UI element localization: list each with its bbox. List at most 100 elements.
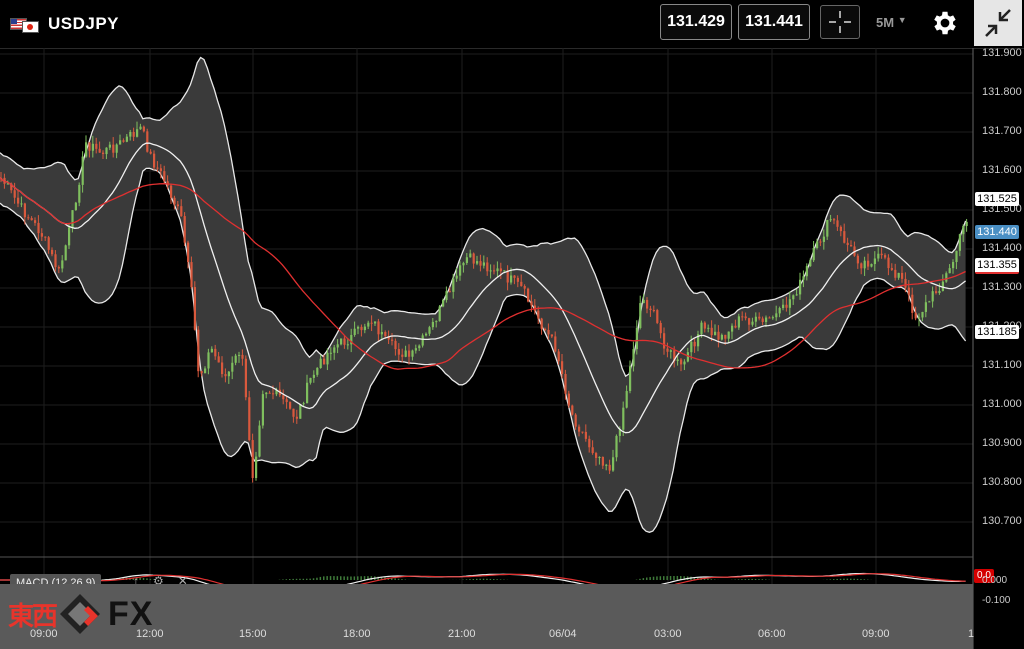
candle-body — [64, 245, 67, 261]
candle-body — [581, 431, 584, 433]
candle-body — [632, 349, 635, 367]
candle-body — [268, 392, 271, 394]
candle-body — [663, 333, 666, 349]
bid-price-button[interactable]: 131.429 — [660, 4, 732, 40]
candle-body — [340, 338, 343, 345]
candle-body — [659, 322, 662, 334]
candle-body — [17, 197, 20, 204]
candle-body — [27, 217, 30, 219]
candle-body — [91, 143, 94, 151]
candle-body — [829, 219, 832, 221]
macd-histogram-bar — [336, 576, 339, 580]
candle-body — [479, 261, 482, 266]
candle-body — [601, 456, 604, 466]
candle-body — [890, 268, 893, 270]
settings-button[interactable] — [930, 8, 960, 38]
candle-body — [418, 345, 421, 349]
candle-body — [741, 316, 744, 318]
candle-body — [901, 272, 904, 279]
candle-body — [187, 242, 190, 263]
price-axis-label: 130.700 — [982, 515, 1022, 527]
candle-body — [880, 253, 883, 256]
candle-body — [758, 316, 761, 319]
candle-body — [170, 185, 173, 198]
candle-body — [132, 131, 135, 137]
chart-header: USDJPY 131.429 131.441 5M ▼ — [0, 0, 1024, 49]
candle-body — [608, 464, 611, 471]
candle-body — [904, 278, 907, 288]
candle-body — [833, 219, 836, 221]
candle-body — [6, 183, 9, 185]
time-axis-label: 09:00 — [862, 628, 890, 640]
macd-histogram-bar — [856, 578, 859, 580]
candle-body — [867, 260, 870, 267]
macd-histogram-bar — [292, 578, 294, 580]
candle-body — [544, 328, 547, 331]
macd-histogram-bar — [642, 578, 645, 580]
macd-histogram-bar — [833, 579, 835, 580]
macd-histogram-bar — [496, 579, 498, 580]
macd-histogram-bar — [316, 577, 318, 580]
candle-body — [54, 254, 57, 268]
ask-price-button[interactable]: 131.441 — [738, 4, 810, 40]
candle-body — [282, 395, 285, 400]
crosshair-button[interactable] — [820, 5, 860, 39]
candle-body — [856, 255, 859, 264]
candle-body — [105, 147, 108, 155]
candle-body — [877, 253, 880, 259]
candle-body — [357, 326, 360, 329]
candle-body — [785, 304, 788, 308]
candle-body — [928, 301, 931, 303]
candle-body — [465, 257, 468, 263]
candle-body — [119, 140, 122, 145]
timeframe-selector[interactable]: 5M ▼ — [876, 15, 907, 30]
candle-body — [642, 299, 645, 304]
candle-body — [782, 304, 785, 309]
candle-body — [754, 316, 757, 322]
candle-body — [938, 290, 941, 294]
candle-body — [799, 279, 802, 295]
macd-histogram-bar — [282, 579, 284, 580]
candle-body — [207, 352, 210, 369]
macd-histogram-bar — [357, 576, 359, 580]
candle-body — [37, 222, 40, 234]
candle-body — [843, 231, 846, 243]
macd-histogram-bar — [333, 576, 335, 580]
candle-body — [761, 318, 764, 323]
candle-body — [360, 326, 363, 331]
candle-body — [615, 435, 618, 458]
candle-body — [714, 331, 717, 336]
candle-body — [302, 403, 305, 405]
candle-body — [795, 294, 798, 296]
candle-body — [122, 140, 125, 142]
candle-body — [690, 341, 693, 353]
candle-body — [261, 394, 264, 426]
pair-selector[interactable]: USDJPY — [10, 10, 119, 38]
candle-body — [173, 197, 176, 205]
candle-body — [924, 302, 927, 312]
candle-body — [299, 404, 302, 419]
candle-body — [149, 151, 152, 154]
candle-body — [153, 153, 156, 168]
candle-body — [816, 241, 819, 248]
price-axis-label: 130.900 — [982, 437, 1022, 449]
collapse-button[interactable] — [974, 0, 1022, 46]
candle-body — [193, 287, 196, 330]
macd-histogram-bar — [652, 576, 655, 580]
candle-body — [401, 354, 404, 357]
candle-body — [214, 348, 217, 357]
candle-body — [557, 351, 560, 362]
candle-body — [846, 242, 849, 246]
candle-body — [142, 126, 145, 132]
price-axis-label: 131.300 — [982, 281, 1022, 293]
candle-body — [306, 382, 309, 404]
candle-body — [442, 299, 445, 307]
candle-body — [578, 426, 581, 432]
candle-body — [472, 253, 475, 264]
candle-body — [224, 374, 227, 377]
candle-body — [316, 367, 319, 375]
candle-body — [431, 321, 434, 328]
price-chart[interactable] — [0, 48, 1024, 649]
candle-body — [78, 184, 81, 203]
candle-body — [955, 250, 958, 263]
